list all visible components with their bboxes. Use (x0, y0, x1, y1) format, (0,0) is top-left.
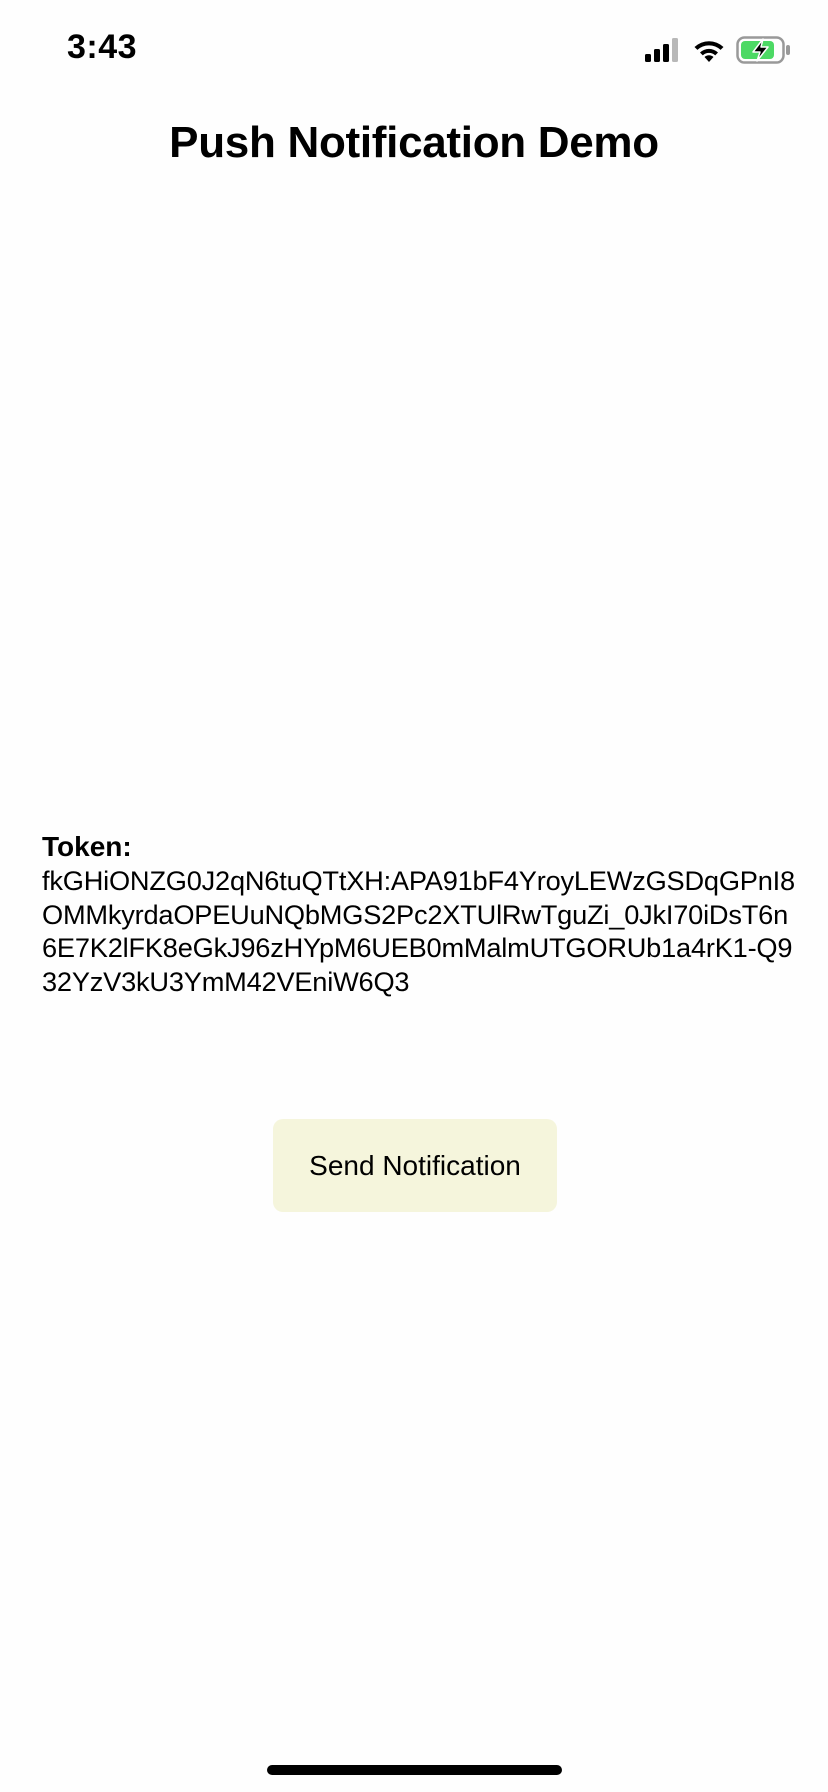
status-bar: 3:43 (0, 0, 828, 100)
wifi-icon (694, 41, 724, 62)
token-section: Token: fkGHiONZG0J2qN6tuQTtXH:APA91bF4Yr… (42, 830, 802, 998)
cellular-signal-icon (645, 38, 678, 62)
token-label: Token: (42, 831, 132, 862)
home-indicator[interactable] (267, 1765, 562, 1775)
page-title: Push Notification Demo (169, 118, 659, 167)
send-notification-button[interactable]: Send Notification (273, 1119, 557, 1212)
battery-charging-icon (736, 36, 790, 64)
status-icons (645, 36, 792, 64)
token-value: fkGHiONZG0J2qN6tuQTtXH:APA91bF4YroyLEWzG… (42, 865, 795, 997)
status-time: 3:43 (67, 28, 138, 66)
app-screen: 3:43 Push Notification Demo Token: fkGHi… (0, 0, 828, 1792)
